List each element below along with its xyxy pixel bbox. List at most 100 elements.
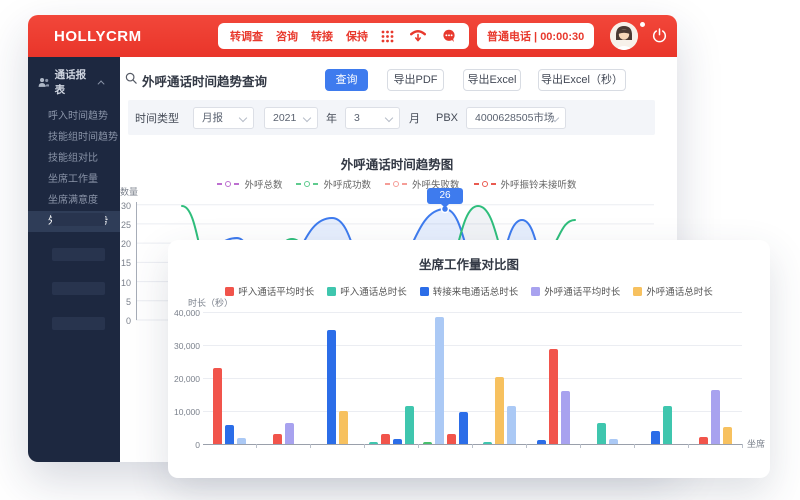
month-unit-label: 月 xyxy=(409,110,420,126)
bar-chart-tick-label: 10,000 xyxy=(168,407,200,417)
bar[interactable] xyxy=(651,431,660,444)
bar[interactable] xyxy=(495,377,504,444)
bar[interactable] xyxy=(369,442,378,444)
bar[interactable] xyxy=(273,434,282,444)
bar[interactable] xyxy=(699,437,708,444)
bar-chart-plot[interactable] xyxy=(203,312,742,444)
dialpad-grid-icon[interactable] xyxy=(381,30,394,43)
bar[interactable] xyxy=(483,442,492,444)
sidebar-skeleton-item xyxy=(52,282,105,295)
sidebar-skeleton-item xyxy=(52,213,105,226)
sidebar-section-call-reports[interactable]: 通话报表 xyxy=(28,57,120,106)
bar[interactable] xyxy=(285,423,294,444)
sidebar-item[interactable]: 呼入时间趋势 xyxy=(28,106,120,127)
bar-legend-item[interactable]: 转接来电通话总时长 xyxy=(420,284,519,298)
legend-circle-marker xyxy=(482,181,488,187)
pbx-label: PBX xyxy=(436,112,458,124)
call-status-text: 普通电话 | 00:00:30 xyxy=(487,28,584,44)
bar-group xyxy=(634,312,688,444)
line-chart-tick-label: 20 xyxy=(114,239,131,249)
year-select[interactable]: 2021 xyxy=(264,107,318,129)
sidebar-item[interactable]: 技能组时间趋势 xyxy=(28,127,120,148)
bar[interactable] xyxy=(561,391,570,444)
bar-legend-item[interactable]: 呼入通话平均时长 xyxy=(225,284,314,298)
pbx-select[interactable]: 4000628505市场 xyxy=(466,107,566,129)
line-legend-item[interactable]: 外呼总数 xyxy=(217,177,282,191)
bar[interactable] xyxy=(225,425,234,444)
bar[interactable] xyxy=(381,434,390,444)
year-unit-label: 年 xyxy=(326,110,337,126)
export-excel-seconds-button[interactable]: 导出Excel（秒） xyxy=(538,69,626,91)
line-legend-item[interactable]: 外呼振铃未接听数 xyxy=(474,177,577,191)
hangup-phone-icon[interactable] xyxy=(410,29,426,43)
call-action-button[interactable]: 咨询 xyxy=(274,28,300,44)
avatar[interactable] xyxy=(610,22,638,50)
people-icon xyxy=(38,77,50,88)
bar[interactable] xyxy=(723,427,732,444)
bar[interactable] xyxy=(237,438,246,444)
bar[interactable] xyxy=(393,439,402,444)
bar[interactable] xyxy=(213,368,222,444)
legend-line-marker xyxy=(385,183,390,185)
bar-legend-item[interactable]: 外呼通话总时长 xyxy=(633,284,713,298)
export-pdf-button[interactable]: 导出PDF xyxy=(387,69,444,91)
sidebar-item[interactable]: 坐席满意度 xyxy=(28,190,120,211)
call-action-button[interactable]: 转接 xyxy=(309,28,335,44)
legend-swatch xyxy=(633,287,642,296)
line-chart-tick-label: 15 xyxy=(114,258,131,268)
call-action-button[interactable]: 转调查 xyxy=(228,28,265,44)
bar[interactable] xyxy=(507,406,516,444)
bar[interactable] xyxy=(327,330,336,444)
chevron-up-icon xyxy=(98,80,105,87)
legend-circle-marker xyxy=(393,181,399,187)
call-action-group: 转调查咨询转接保持 xyxy=(218,23,380,49)
bar[interactable] xyxy=(663,406,672,444)
line-chart-tick-label: 5 xyxy=(114,297,131,307)
line-chart-tick-label: 25 xyxy=(114,220,131,230)
call-action-button[interactable]: 保持 xyxy=(344,28,370,44)
bar-legend-item[interactable]: 外呼通话平均时长 xyxy=(531,284,620,298)
time-type-label: 时间类型 xyxy=(135,110,179,126)
bar[interactable] xyxy=(609,439,618,444)
bar-chart-tick-label: 20,000 xyxy=(168,374,200,384)
bar[interactable] xyxy=(435,317,444,444)
chat-message-icon[interactable] xyxy=(442,29,456,43)
bar[interactable] xyxy=(597,423,606,444)
filter-bar: 时间类型 月报 2021 年 3 月 PBX 4000628505市场 xyxy=(128,100,655,135)
sidebar-item[interactable]: 坐席工作量 xyxy=(28,169,120,190)
bar[interactable] xyxy=(459,412,468,444)
line-chart-tick-label: 0 xyxy=(114,316,131,326)
topbar: HOLLYCRM 转调查咨询转接保持 普通电话 | 00:00:30 xyxy=(28,15,677,57)
legend-line-marker xyxy=(313,183,318,185)
bar-chart-tick-label: 0 xyxy=(168,440,200,450)
bar[interactable] xyxy=(549,349,558,444)
legend-swatch xyxy=(531,287,540,296)
bar-legend-item[interactable]: 呼入通话总时长 xyxy=(327,284,407,298)
sidebar: 通话报表 呼入时间趋势技能组时间趋势技能组对比坐席工作量坐席满意度外呼时间趋势 xyxy=(28,57,120,462)
agent-workload-card: 坐席工作量对比图 呼入通话平均时长呼入通话总时长 转接来电通话总时长外呼通话平均时… xyxy=(168,240,770,478)
time-type-select[interactable]: 月报 xyxy=(193,107,254,129)
search-button[interactable]: 查询 xyxy=(325,69,368,91)
bar[interactable] xyxy=(423,442,432,444)
legend-label: 外呼总数 xyxy=(244,177,282,191)
legend-label: 转接来电通话总时长 xyxy=(433,284,519,298)
bar[interactable] xyxy=(711,390,720,444)
bar[interactable] xyxy=(405,406,414,444)
power-icon[interactable] xyxy=(652,28,667,43)
export-excel-button[interactable]: 导出Excel xyxy=(463,69,521,91)
bar-chart-title: 坐席工作量对比图 xyxy=(168,254,770,273)
bar-chart-tick-label: 40,000 xyxy=(168,308,200,318)
line-legend-item[interactable]: 外呼成功数 xyxy=(296,177,371,191)
bar-chart-tick-label: 30,000 xyxy=(168,341,200,351)
legend-label: 外呼成功数 xyxy=(323,177,371,191)
legend-label: 呼入通话平均时长 xyxy=(238,284,314,298)
legend-label: 外呼通话总时长 xyxy=(646,284,713,298)
sidebar-item[interactable]: 技能组对比 xyxy=(28,148,120,169)
legend-swatch xyxy=(420,287,429,296)
bar[interactable] xyxy=(339,411,348,444)
month-select[interactable]: 3 xyxy=(345,107,400,129)
bar[interactable] xyxy=(447,434,456,444)
bar[interactable] xyxy=(537,440,546,444)
bar-group xyxy=(365,312,419,444)
bar-group xyxy=(311,312,365,444)
